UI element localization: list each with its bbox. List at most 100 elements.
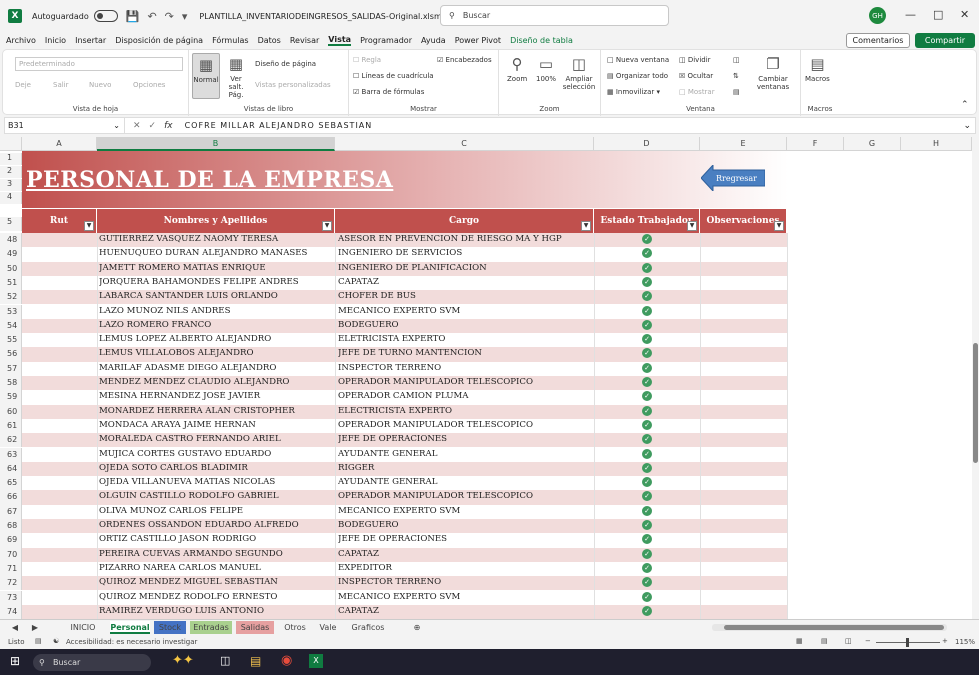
row-header[interactable]: 72 — [0, 576, 22, 591]
row-header[interactable]: 73 — [0, 590, 22, 605]
customize-qat-icon[interactable]: ▾ — [182, 10, 188, 23]
row-header[interactable]: 55 — [0, 333, 22, 348]
next-sheet-icon[interactable]: ▶ — [30, 621, 40, 634]
page-layout-status-icon[interactable]: ▤ — [821, 637, 828, 645]
row-header[interactable]: 57 — [0, 361, 22, 376]
sync-scroll-icon[interactable]: ⇅ — [733, 72, 739, 80]
row-header[interactable]: 61 — [0, 418, 22, 434]
cell-job[interactable]: JEFE DE OPERACIONES — [338, 534, 594, 544]
row-header[interactable]: 63 — [0, 447, 22, 462]
cell-job[interactable]: MECANICO EXPERTO SVM — [338, 592, 594, 602]
cell-name[interactable]: LAZO ROMERO FRANCO — [99, 320, 335, 330]
row-header[interactable]: 67 — [0, 504, 22, 519]
table-row[interactable]: JAMETT ROMERO MATIAS ENRIQUE INGENIERO DE… — [22, 261, 788, 276]
switch-windows-button[interactable]: ❐ Cambiar ventanas — [751, 55, 795, 91]
gridlines-checkbox[interactable]: ☐ Líneas de cuadrícula — [353, 72, 434, 80]
sheet-tab-graficos[interactable]: Graficos — [346, 621, 390, 634]
sheet-tab-stock[interactable]: Stock — [154, 621, 186, 634]
row-header[interactable]: 50 — [0, 261, 22, 276]
comments-button[interactable]: Comentarios — [846, 33, 910, 48]
column-header-d[interactable]: D — [594, 137, 700, 151]
tab-ayuda[interactable]: Ayuda — [421, 36, 446, 45]
table-row[interactable]: OLGUÍN CASTILLO RODOLFO GABRIEL OPERADOR … — [22, 490, 788, 505]
zoom-level[interactable]: 115% — [955, 638, 975, 646]
cell-name[interactable]: MARILAF ADASME DIEGO ALEJANDRO — [99, 363, 335, 373]
cell-name[interactable]: JAMETT ROMERO MATIAS ENRIQUE — [99, 263, 335, 273]
table-row[interactable]: MUJICA CORTES GUSTAVO EDUARDO AYUDANTE GE… — [22, 447, 788, 462]
row-header[interactable]: 49 — [0, 247, 22, 262]
cell-job[interactable]: CAPATAZ — [338, 549, 594, 559]
cell-name[interactable]: MORALEDA CASTRO FERNANDO ARIEL — [99, 434, 335, 444]
keep-button[interactable]: Deje — [15, 81, 31, 89]
exit-button[interactable]: Salir — [53, 81, 69, 89]
minimize-icon[interactable]: — — [905, 8, 916, 21]
table-row[interactable]: MORALEDA CASTRO FERNANDO ARIEL JEFE DE OP… — [22, 433, 788, 448]
macro-record-icon[interactable]: ▤ — [35, 637, 42, 645]
row-header[interactable]: 51 — [0, 275, 22, 291]
cell-job[interactable]: ASESOR EN PREVENCION DE RIESGO MA Y HGP — [338, 234, 594, 244]
cell-job[interactable]: JEFE DE OPERACIONES — [338, 434, 594, 444]
cell-name[interactable]: HUENUQUEO DURAN ALEJANDRO MANASES — [99, 248, 335, 258]
excel-taskbar-icon[interactable]: X — [309, 654, 323, 668]
zoom-100-button[interactable]: ▭ 100% — [536, 55, 556, 83]
table-row[interactable]: PEREIRA CUEVAS ARMANDO SEGUNDO CAPATAZ ✓ — [22, 547, 788, 562]
zoom-button[interactable]: ⚲ Zoom — [507, 55, 527, 83]
tab-datos[interactable]: Datos — [258, 36, 281, 45]
cell-name[interactable]: PIZARRO NAREA CARLOS MANUEL — [99, 563, 335, 573]
cell-job[interactable]: OPERADOR MANIPULADOR TELESCOPICO — [338, 420, 594, 430]
worksheet-grid[interactable]: A B C D E F G H 1 2 3 4 5 PERSONAL DE LA… — [0, 137, 972, 619]
freeze-panes-button[interactable]: ▦ Inmovilizar ▾ — [607, 88, 660, 96]
accessibility-status[interactable]: Accesibilidad: es necesario investigar — [66, 638, 197, 646]
row-header[interactable]: 68 — [0, 519, 22, 534]
cell-job[interactable]: INSPECTOR TERRENO — [338, 363, 594, 373]
row-header[interactable]: 48 — [0, 233, 22, 248]
cell-name[interactable]: MONARDEZ HERRERA ALAN CRISTOPHER — [99, 406, 335, 416]
row-header[interactable]: 60 — [0, 404, 22, 419]
table-row[interactable]: QUIROZ MENDEZ MIGUEL SEBASTIAN INSPECTOR … — [22, 576, 788, 591]
sheet-view-dropdown[interactable]: Predeterminado — [15, 57, 183, 71]
column-header-g[interactable]: G — [844, 137, 901, 151]
chrome-icon[interactable]: ◉ — [281, 653, 292, 668]
table-row[interactable]: LAZO ROMERO FRANCO BODEGUERO ✓ — [22, 318, 788, 334]
cell-name[interactable]: OLGUÍN CASTILLO RODOLFO GABRIEL — [99, 491, 335, 501]
cell-job[interactable]: JEFE DE TURNO MANTENCION — [338, 348, 594, 358]
sheet-tab-inicio[interactable]: INICIO — [60, 621, 106, 634]
table-row[interactable]: LABARCA SANTANDER LUIS ORLANDO CHOFER DE … — [22, 290, 788, 305]
share-button[interactable]: Compartir — [915, 33, 975, 48]
normal-view-status-icon[interactable]: ▦ — [796, 637, 803, 645]
cell-name[interactable]: LAZO MUÑOZ NILS ANDRES — [99, 306, 335, 316]
sheet-tab-vale[interactable]: Vale — [314, 621, 342, 634]
vertical-scroll-thumb[interactable] — [973, 343, 978, 463]
tab-programador[interactable]: Programador — [360, 36, 412, 45]
split-button[interactable]: ◫ Dividir — [679, 56, 711, 64]
filter-dropdown-icon[interactable]: ▼ — [322, 221, 332, 231]
sheet-tab-entradas[interactable]: Entradas — [190, 621, 232, 634]
tab-formulas[interactable]: Fórmulas — [212, 36, 249, 45]
row-header[interactable]: 4 — [0, 192, 22, 204]
hide-button[interactable]: ☒ Ocultar — [679, 72, 713, 80]
row-header[interactable]: 53 — [0, 304, 22, 319]
sheet-tab-otros[interactable]: Otros — [280, 621, 310, 634]
table-row[interactable]: MÉNDEZ MÉNDEZ CLAUDIO ALEJANDRO OPERADOR … — [22, 376, 788, 391]
table-row[interactable]: PIZARRO NAREA CARLOS MANUEL EXPEDITOR ✓ — [22, 561, 788, 577]
row-header[interactable]: 65 — [0, 476, 22, 491]
search-box[interactable]: ⚲ Buscar — [440, 5, 669, 26]
maximize-icon[interactable]: □ — [933, 8, 943, 21]
cell-job[interactable]: AYUDANTE GENERAL — [338, 477, 594, 487]
custom-views-button[interactable]: Vistas personalizadas — [255, 81, 331, 89]
cell-job[interactable]: INGENIERO DE PLANIFICACION — [338, 263, 594, 273]
cell-name[interactable]: MÉNDEZ MÉNDEZ CLAUDIO ALEJANDRO — [99, 377, 335, 387]
horizontal-scroll-thumb[interactable] — [724, 625, 944, 630]
cell-name[interactable]: MONDACA ARAYA JAIME HERNAN — [99, 420, 335, 430]
cell-name[interactable]: MUJICA CORTES GUSTAVO EDUARDO — [99, 449, 335, 459]
windows-start-icon[interactable]: ⊞ — [10, 654, 20, 668]
table-row[interactable]: RAMIREZ VERDUGO LUIS ANTONIO CAPATAZ ✓ — [22, 604, 788, 619]
new-view-button[interactable]: Nuevo — [89, 81, 111, 89]
zoom-selection-button[interactable]: ◫ Ampliar selección — [562, 55, 596, 91]
filter-dropdown-icon[interactable]: ▼ — [581, 221, 591, 231]
cell-job[interactable]: ELETRICISTA EXPERTO — [338, 334, 594, 344]
side-by-side-icon[interactable]: ◫ — [733, 56, 740, 64]
table-row[interactable]: QUIROZ MENDEZ RODOLFO ERNESTO MECANICO EX… — [22, 590, 788, 605]
macros-button[interactable]: ▤ Macros — [805, 55, 830, 83]
sheet-tab-personal[interactable]: Personal — [110, 621, 150, 634]
